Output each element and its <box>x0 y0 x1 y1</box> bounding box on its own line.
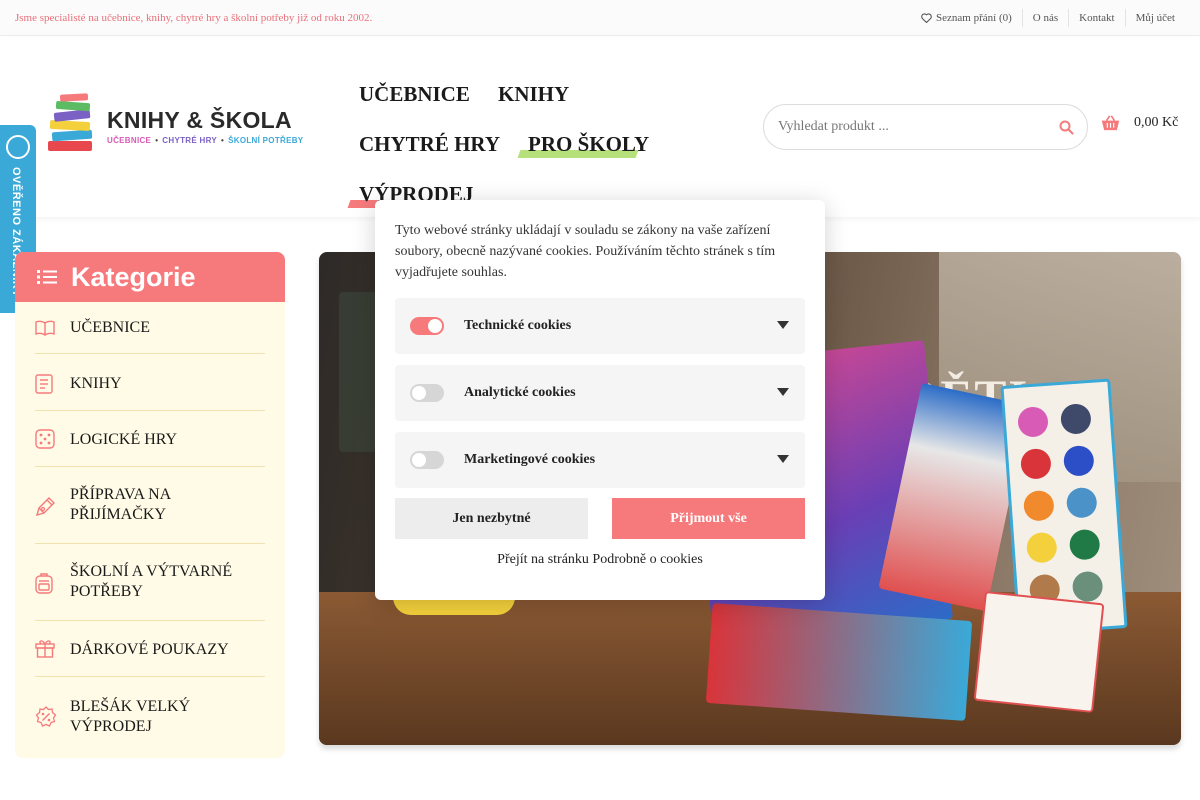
discount-icon <box>35 706 57 727</box>
cookie-toggle-analytics[interactable] <box>410 384 444 402</box>
pen-icon <box>35 497 55 517</box>
books-stack-icon <box>48 93 93 151</box>
sidebar-title: Kategorie <box>71 261 196 292</box>
sidebar-item-flea-market[interactable]: BLEŠÁK VELKÝ VÝPRODEJ <box>35 677 265 758</box>
sidebar-header: Kategorie <box>15 252 285 302</box>
cookie-category-label: Technické cookies <box>464 318 572 333</box>
site-header: KNIHY & ŠKOLA UČEBNICE • CHYTRÉ HRY • ŠKOLNÍ… <box>0 37 1200 217</box>
chevron-down-icon[interactable] <box>777 455 789 463</box>
top-links: Seznam přání (0) O nás Kontakt Můj účet <box>911 0 1185 36</box>
wishlist-label: Seznam přání (0) <box>936 12 1012 24</box>
sidebar-item-gift-vouchers[interactable]: DÁRKOVÉ POUKAZY <box>35 621 265 677</box>
cookie-details-link[interactable]: Přejít na stránku Podrobně o cookies <box>375 552 825 568</box>
logo-title: KNIHY & ŠKOLA <box>107 107 292 133</box>
cookie-category-label: Analytické cookies <box>464 385 576 400</box>
nav-smart-games[interactable]: CHYTRÉ HRY <box>359 132 500 157</box>
wishlist-link[interactable]: Seznam přání (0) <box>911 9 1022 27</box>
chevron-down-icon[interactable] <box>777 388 789 396</box>
category-sidebar: Kategorie UČEBNICE KNIHY LOGICKÉ HRY PŘÍ… <box>15 252 285 758</box>
cookie-category-marketing[interactable]: Marketingové cookies <box>395 432 805 488</box>
cookie-category-analytics[interactable]: Analytické cookies <box>395 365 805 421</box>
contact-link[interactable]: Kontakt <box>1068 9 1124 27</box>
search-icon[interactable] <box>1059 120 1074 135</box>
tagline: Jsme specialisté na učebnice, knihy, chy… <box>15 12 373 24</box>
sidebar-item-textbooks[interactable]: UČEBNICE <box>35 302 265 354</box>
cart-total: 0,00 Kč <box>1134 115 1179 130</box>
sidebar-item-label: BLEŠÁK VELKÝ VÝPRODEJ <box>70 698 191 735</box>
sidebar-item-books[interactable]: KNIHY <box>35 354 265 411</box>
cart-button[interactable]: 0,00 Kč <box>1101 115 1178 131</box>
sidebar-item-school-supplies[interactable]: ŠKOLNÍ A VÝTVARNÉ POTŘEBY <box>35 544 265 621</box>
cookie-toggle-technical[interactable] <box>410 317 444 335</box>
nav-books[interactable]: KNIHY <box>498 82 569 107</box>
banner-product-crayons <box>973 591 1105 713</box>
nav-textbooks[interactable]: UČEBNICE <box>359 82 470 107</box>
accept-all-button[interactable]: Přijmout vše <box>612 498 805 539</box>
cookie-message: Tyto webové stránky ukládají v souladu s… <box>395 223 776 280</box>
sidebar-item-label: KNIHY <box>70 375 122 392</box>
sidebar-item-label: ŠKOLNÍ A VÝTVARNÉ POTŘEBY <box>70 563 233 600</box>
cookie-category-technical[interactable]: Technické cookies <box>395 298 805 354</box>
sidebar-item-label: UČEBNICE <box>70 319 150 336</box>
about-link[interactable]: O nás <box>1021 9 1068 27</box>
essential-only-button[interactable]: Jen nezbytné <box>395 498 588 539</box>
logo-subtitle: UČEBNICE • CHYTRÉ HRY • ŠKOLNÍ POTŘEBY <box>107 136 304 145</box>
site-logo[interactable]: KNIHY & ŠKOLA UČEBNICE • CHYTRÉ HRY • ŠKOLNÍ… <box>44 93 303 157</box>
sidebar-item-label: PŘÍPRAVA NA PŘIJÍMAČKY <box>70 486 171 523</box>
sidebar-item-exam-prep[interactable]: PŘÍPRAVA NA PŘIJÍMAČKY <box>35 467 265 544</box>
cookie-consent-dialog: Tyto webové stránky ukládají v souladu s… <box>375 200 825 600</box>
badge-seal-icon <box>6 135 30 159</box>
heart-icon <box>921 13 932 23</box>
nav-for-schools[interactable]: PRO ŠKOLY <box>528 132 649 157</box>
banner-product-clay <box>705 603 973 721</box>
book-icon <box>35 374 53 394</box>
dice-icon <box>35 429 55 449</box>
backpack-icon <box>35 573 53 594</box>
list-icon <box>37 270 57 284</box>
sidebar-item-logic-games[interactable]: LOGICKÉ HRY <box>35 411 265 467</box>
sidebar-item-label: DÁRKOVÉ POUKAZY <box>70 641 229 658</box>
chevron-down-icon[interactable] <box>777 321 789 329</box>
basket-icon <box>1101 115 1120 131</box>
book-open-icon <box>35 320 55 336</box>
gift-icon <box>35 640 55 658</box>
search-box <box>763 104 1088 150</box>
top-bar: Jsme specialisté na učebnice, knihy, chy… <box>0 0 1200 36</box>
account-link[interactable]: Můj účet <box>1124 9 1185 27</box>
cookie-category-label: Marketingové cookies <box>464 452 596 467</box>
cookie-toggle-marketing[interactable] <box>410 451 444 469</box>
search-input[interactable] <box>778 117 1038 137</box>
sidebar-item-label: LOGICKÉ HRY <box>70 431 178 448</box>
